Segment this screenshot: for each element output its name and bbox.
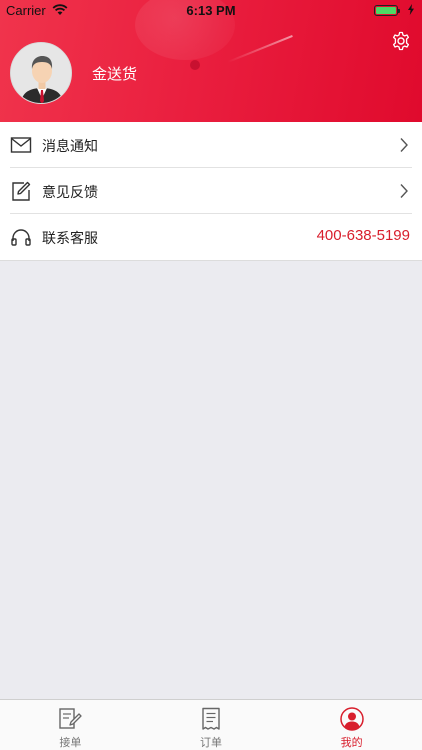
battery-icon: [374, 5, 400, 16]
tab-label: 订单: [200, 736, 222, 749]
menu-item-customer-service[interactable]: 联系客服 400-638-5199: [0, 214, 422, 260]
tab-label: 我的: [340, 736, 363, 749]
avatar[interactable]: [10, 42, 72, 104]
customer-service-phone[interactable]: 400-638-5199: [317, 227, 410, 244]
menu-item-feedback[interactable]: 意见反馈: [0, 168, 422, 214]
tab-mine[interactable]: 我的: [281, 700, 422, 750]
settings-menu: 消息通知 意见反馈 联系客服 400-638-5199: [0, 122, 422, 261]
menu-item-label: 联系客服: [42, 231, 98, 247]
receipt-icon: [202, 707, 220, 730]
headphones-icon: [11, 229, 31, 246]
status-bar: Carrier 6:13 PM: [0, 0, 422, 22]
envelope-icon: [10, 137, 32, 153]
chevron-right-icon: [400, 138, 408, 152]
businessman-avatar-icon: [11, 43, 71, 103]
tab-orders[interactable]: 订单: [141, 700, 282, 750]
clock: 6:13 PM: [186, 3, 236, 18]
decorative-dot: [190, 60, 200, 70]
edit-icon: [12, 181, 31, 201]
accept-order-icon: [59, 708, 82, 729]
menu-item-label: 意见反馈: [42, 185, 98, 201]
decorative-streak: [227, 34, 293, 64]
profile-header: Carrier 6:13 PM 金送货: [0, 0, 422, 122]
tab-accept-orders[interactable]: 接单: [0, 700, 141, 750]
tab-bar: 接单 订单 我的: [0, 699, 422, 750]
menu-item-notifications[interactable]: 消息通知: [0, 122, 422, 168]
menu-item-label: 消息通知: [42, 139, 98, 155]
gear-icon[interactable]: [391, 31, 411, 51]
username: 金送货: [92, 65, 138, 83]
user-icon: [339, 707, 364, 731]
charging-bolt-icon: [408, 4, 414, 15]
tab-label: 接单: [59, 736, 82, 749]
chevron-right-icon: [400, 184, 408, 198]
